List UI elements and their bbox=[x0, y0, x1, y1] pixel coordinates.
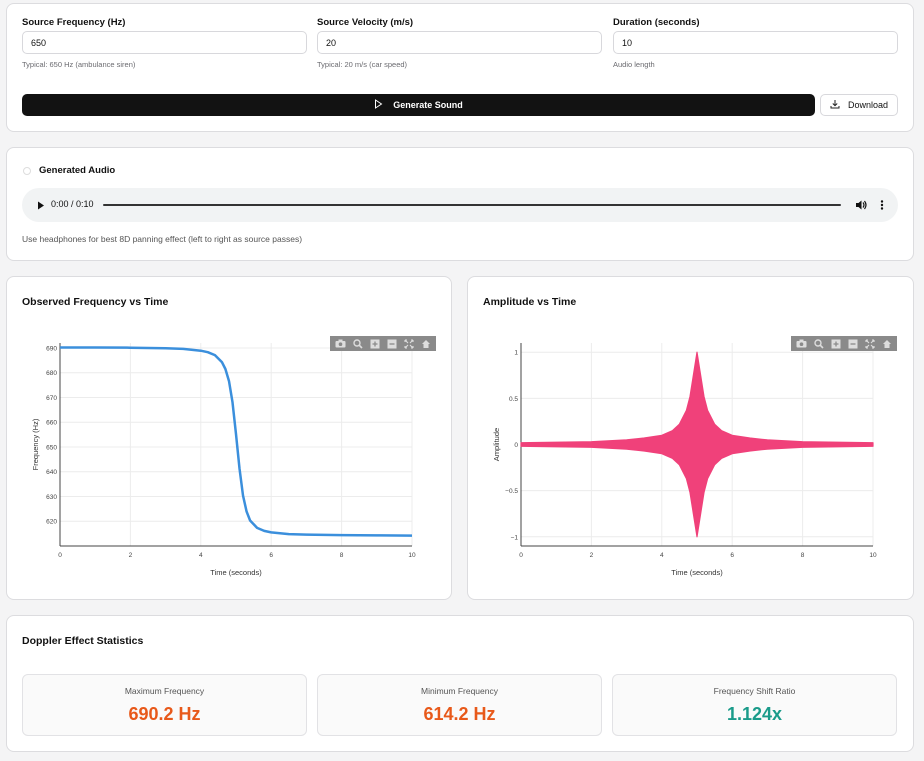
y-tick-label: 670 bbox=[46, 395, 57, 402]
audio-player[interactable]: 0:00 / 0:10 bbox=[22, 188, 898, 222]
autoscale-icon[interactable] bbox=[862, 337, 877, 350]
y-tick-label: 1 bbox=[514, 350, 518, 357]
generated-audio-title: Generated Audio bbox=[39, 165, 116, 176]
x-tick-label: 0 bbox=[58, 552, 62, 559]
frequency-series-line bbox=[60, 346, 413, 537]
play-icon[interactable] bbox=[34, 198, 48, 212]
x-tick-label: 0 bbox=[519, 552, 523, 559]
doppler-statistics-card: Doppler Effect Statistics Maximum Freque… bbox=[6, 615, 914, 752]
x-tick-label: 8 bbox=[801, 552, 805, 559]
stat-label: Maximum Frequency bbox=[124, 686, 205, 696]
stat-shift-ratio: Frequency Shift Ratio 1.124x bbox=[612, 674, 897, 736]
x-tick-label: 10 bbox=[869, 552, 877, 559]
source-frequency-hint: Typical: 650 Hz (ambulance siren) bbox=[22, 60, 136, 69]
y-tick-label: 650 bbox=[46, 444, 57, 451]
amplitude-chart: 0 2 4 6 8 10 −1 −0.5 0 0.5 1 Time (seconds) Amplitud… bbox=[492, 343, 877, 577]
stat-min-frequency: Minimum Frequency 614.2 Hz bbox=[317, 674, 602, 736]
more-options-icon[interactable] bbox=[877, 198, 887, 212]
source-frequency-label: Source Frequency (Hz) bbox=[22, 17, 126, 28]
frequency-chart: 0 2 4 6 8 10 620 630 640 650 660 670 680 690 Time (sec… bbox=[31, 343, 416, 577]
chart-modebar bbox=[330, 336, 436, 351]
generated-audio-card: Generated Audio 0:00 / 0:10 Use headphon… bbox=[6, 147, 914, 261]
download-icon bbox=[830, 99, 840, 111]
y-tick-label: 640 bbox=[46, 469, 57, 476]
y-axis-title: Amplitude bbox=[492, 428, 501, 461]
zoom-in-icon[interactable] bbox=[828, 337, 843, 350]
y-tick-label: 0 bbox=[514, 442, 518, 449]
download-button[interactable]: Download bbox=[820, 94, 898, 116]
time-display: 0:00 / 0:10 bbox=[51, 199, 94, 209]
play-outline-icon bbox=[374, 99, 383, 111]
zoom-icon[interactable] bbox=[811, 337, 826, 350]
source-velocity-input[interactable] bbox=[317, 31, 602, 54]
duration-input[interactable] bbox=[613, 31, 898, 54]
camera-icon[interactable] bbox=[794, 337, 809, 350]
y-axis-title: Frequency (Hz) bbox=[31, 418, 40, 470]
audio-progress-slider[interactable] bbox=[103, 204, 841, 206]
x-tick-label: 6 bbox=[730, 552, 734, 559]
stat-label: Minimum Frequency bbox=[421, 686, 498, 696]
frequency-chart-card: Observed Frequency vs Time 0 2 4 6 8 10 620 630… bbox=[6, 276, 452, 600]
x-tick-label: 4 bbox=[660, 552, 664, 559]
x-axis-title: Time (seconds) bbox=[210, 568, 262, 577]
duration-label: Duration (seconds) bbox=[613, 17, 700, 28]
stat-label: Frequency Shift Ratio bbox=[713, 686, 796, 696]
zoom-in-icon[interactable] bbox=[367, 337, 382, 350]
y-tick-label: 630 bbox=[46, 494, 57, 501]
x-tick-label: 2 bbox=[590, 552, 594, 559]
source-velocity-label: Source Velocity (m/s) bbox=[317, 17, 414, 28]
y-tick-label: −0.5 bbox=[505, 488, 518, 495]
parameters-card: Source Frequency (Hz) Typical: 650 Hz (a… bbox=[6, 3, 914, 132]
home-icon[interactable] bbox=[418, 337, 433, 350]
x-tick-label: 2 bbox=[129, 552, 133, 559]
stat-value: 1.124x bbox=[726, 704, 783, 724]
stat-max-frequency: Maximum Frequency 690.2 Hz bbox=[22, 674, 307, 736]
y-tick-label: 620 bbox=[46, 519, 57, 526]
autoscale-icon[interactable] bbox=[401, 337, 416, 350]
stat-value: 690.2 Hz bbox=[128, 704, 201, 724]
statistics-title: Doppler Effect Statistics bbox=[22, 635, 144, 647]
x-tick-label: 6 bbox=[269, 552, 273, 559]
y-tick-label: −1 bbox=[511, 534, 519, 541]
x-tick-label: 10 bbox=[408, 552, 416, 559]
zoom-icon[interactable] bbox=[350, 337, 365, 350]
x-tick-label: 8 bbox=[340, 552, 344, 559]
y-tick-label: 0.5 bbox=[509, 396, 518, 403]
x-tick-label: 4 bbox=[199, 552, 203, 559]
generate-sound-button[interactable]: Generate Sound bbox=[22, 94, 815, 116]
y-tick-label: 690 bbox=[46, 345, 57, 352]
stat-value: 614.2 Hz bbox=[423, 704, 496, 724]
amplitude-waveform bbox=[520, 351, 874, 538]
generate-sound-label: Generate Sound bbox=[393, 100, 463, 110]
source-velocity-hint: Typical: 20 m/s (car speed) bbox=[317, 60, 408, 69]
duration-hint: Audio length bbox=[613, 60, 655, 69]
download-label: Download bbox=[847, 100, 889, 110]
chart-modebar bbox=[791, 336, 897, 351]
zoom-out-icon[interactable] bbox=[845, 337, 860, 350]
home-icon[interactable] bbox=[879, 337, 894, 350]
y-tick-label: 660 bbox=[46, 420, 57, 427]
source-frequency-input[interactable] bbox=[22, 31, 307, 54]
x-axis-title: Time (seconds) bbox=[671, 568, 723, 577]
camera-icon[interactable] bbox=[333, 337, 348, 350]
audio-status-icon bbox=[23, 167, 31, 175]
headphones-note: Use headphones for best 8D panning effec… bbox=[22, 234, 303, 244]
zoom-out-icon[interactable] bbox=[384, 337, 399, 350]
volume-icon[interactable] bbox=[854, 198, 868, 212]
y-tick-label: 680 bbox=[46, 370, 57, 377]
amplitude-chart-card: Amplitude vs Time 0 2 4 6 8 10 −1 −0.5 0 0.5 1 Time… bbox=[467, 276, 914, 600]
